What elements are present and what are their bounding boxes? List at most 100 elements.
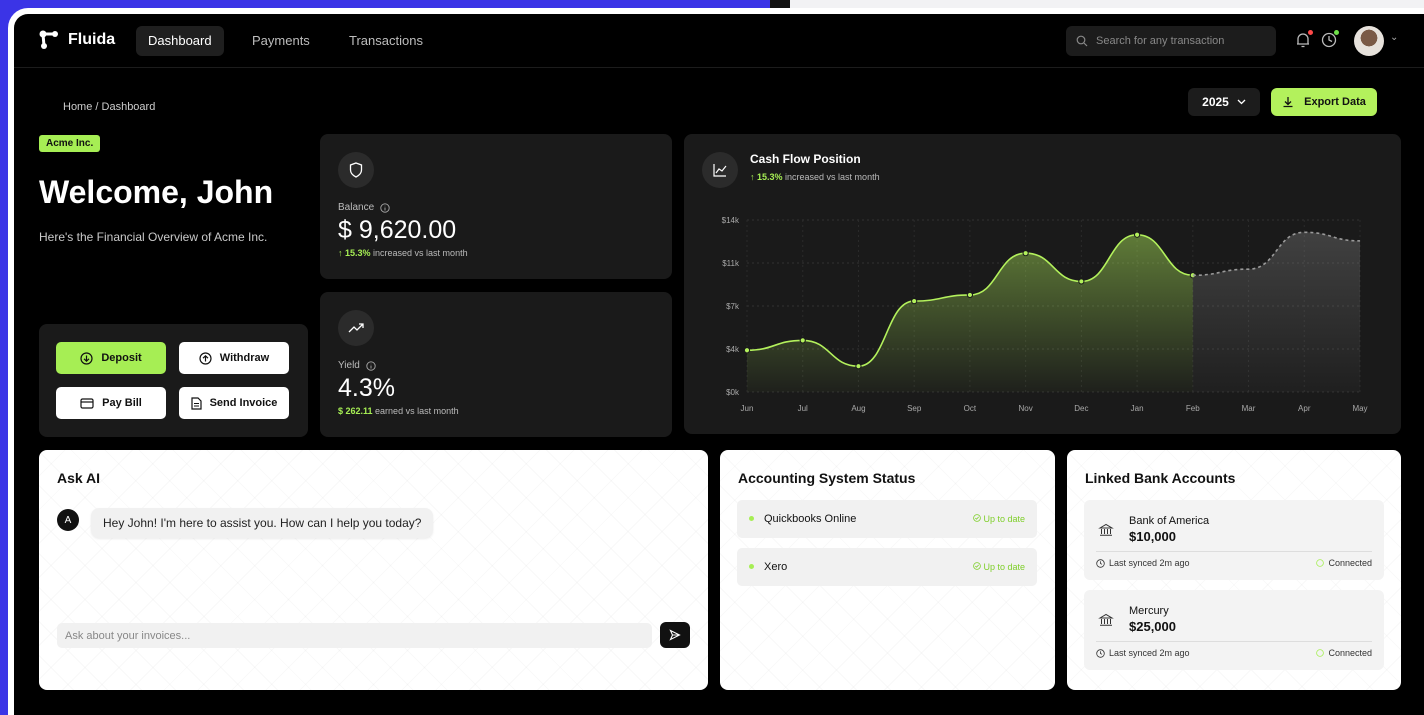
brand-logo[interactable]: Fluida	[38, 29, 115, 51]
x-tick-label: Jul	[798, 404, 808, 413]
list-item[interactable]: Quickbooks Online Up to date	[737, 500, 1037, 538]
yield-value: 4.3%	[338, 374, 395, 402]
send-button[interactable]	[660, 622, 690, 648]
x-tick-label: Jan	[1131, 404, 1144, 413]
shield-icon	[338, 152, 374, 188]
pay-bill-label: Pay Bill	[102, 397, 142, 409]
bank-icon	[1098, 613, 1114, 626]
x-tick-label: Apr	[1298, 404, 1311, 413]
balance-label: Balance	[338, 202, 375, 213]
withdraw-button[interactable]: Withdraw	[179, 342, 289, 374]
document-icon	[190, 396, 202, 410]
check-circle-icon	[973, 514, 981, 522]
export-data-button[interactable]: Export Data	[1271, 88, 1377, 116]
yield-card: Yield 4.3% $ 262.11 earned vs last month	[320, 292, 672, 437]
bank-name: Mercury	[1129, 605, 1169, 617]
download-icon	[1283, 97, 1293, 108]
top-nav: Fluida Dashboard Payments Transactions ⌄	[14, 14, 1424, 68]
system-name: Quickbooks Online	[764, 513, 857, 525]
accounting-title: Accounting System Status	[738, 470, 916, 486]
withdraw-label: Withdraw	[219, 352, 270, 364]
yield-delta: $ 262.11 earned vs last month	[338, 406, 459, 416]
balance-label-row: Balance	[338, 202, 390, 213]
linked-banks-card: Linked Bank Accounts Bank of America $10…	[1067, 450, 1401, 690]
year-select[interactable]: 2025	[1188, 88, 1260, 116]
status-dot	[749, 516, 754, 521]
y-tick-label: $0k	[726, 388, 740, 397]
fluida-logo-icon	[39, 30, 58, 49]
notification-button[interactable]	[1294, 30, 1314, 51]
avatar[interactable]	[1354, 26, 1384, 56]
list-item[interactable]: Bank of America $10,000 Last synced 2m a…	[1084, 500, 1384, 580]
balance-delta-value: ↑ 15.3%	[338, 248, 371, 258]
bank-amount: $25,000	[1129, 619, 1176, 634]
x-tick-label: Aug	[851, 404, 865, 413]
export-label: Export Data	[1304, 96, 1366, 108]
series-area	[747, 234, 1193, 392]
balance-card: Balance $ 9,620.00 ↑ 15.3% increased vs …	[320, 134, 672, 279]
y-tick-label: $14k	[722, 216, 740, 225]
status-text: Up to date	[983, 562, 1025, 572]
info-icon[interactable]	[366, 360, 376, 371]
sync-text: Last synced 2m ago	[1109, 558, 1190, 568]
trending-up-icon	[338, 310, 374, 346]
y-tick-label: $11k	[722, 259, 740, 268]
company-badge: Acme Inc.	[39, 135, 101, 152]
status-badge: Connected	[1316, 648, 1372, 658]
deposit-label: Deposit	[101, 352, 142, 364]
data-point	[799, 337, 806, 344]
send-invoice-label: Send Invoice	[209, 397, 278, 409]
list-item[interactable]: Xero Up to date	[737, 548, 1037, 586]
search-input[interactable]	[1096, 35, 1266, 47]
yield-label-row: Yield	[338, 360, 376, 371]
tab-dashboard[interactable]: Dashboard	[136, 26, 224, 56]
send-icon	[669, 629, 681, 641]
chevron-down-icon[interactable]: ⌄	[1390, 32, 1398, 43]
bank-icon	[1098, 523, 1114, 536]
sync-info: Last synced 2m ago	[1096, 558, 1190, 568]
ai-question-input[interactable]	[57, 623, 652, 648]
status-text: Connected	[1328, 558, 1372, 568]
ai-message: Hey John! I'm here to assist you. How ca…	[91, 508, 434, 538]
bank-amount: $10,000	[1129, 529, 1176, 544]
list-item[interactable]: Mercury $25,000 Last synced 2m ago Conne…	[1084, 590, 1384, 670]
search-icon	[1076, 35, 1088, 47]
info-icon[interactable]	[380, 202, 390, 213]
send-invoice-button[interactable]: Send Invoice	[179, 387, 289, 419]
status-text: Up to date	[983, 514, 1025, 524]
check-circle-icon	[1316, 649, 1325, 657]
tab-payments[interactable]: Payments	[240, 26, 322, 56]
clock-icon	[1096, 648, 1105, 658]
x-tick-label: Feb	[1186, 404, 1200, 413]
status-badge: Up to date	[973, 514, 1025, 524]
series-area	[1192, 232, 1360, 392]
x-tick-label: May	[1352, 404, 1367, 413]
data-point	[1133, 231, 1141, 238]
data-point	[855, 363, 862, 370]
x-tick-label: Oct	[964, 404, 977, 413]
activity-dot	[1334, 30, 1339, 35]
y-tick-label: $4k	[726, 345, 740, 354]
status-badge: Up to date	[973, 562, 1025, 572]
balance-value: $ 9,620.00	[338, 216, 457, 244]
data-point	[911, 297, 918, 305]
cash-flow-chart[interactable]: $0k $4k $7k $11k $14k Jun Jul Aug Sep Oct Nov Dec Ja…	[684, 134, 1401, 434]
chevron-down-icon	[1237, 99, 1246, 105]
data-point	[966, 291, 974, 299]
page-title: Welcome, John	[39, 174, 274, 210]
yield-label: Yield	[338, 360, 360, 371]
check-circle-icon	[1316, 559, 1325, 567]
x-tick-label: Dec	[1074, 404, 1088, 413]
activity-button[interactable]	[1320, 30, 1340, 51]
cash-flow-card: Cash Flow Position ↑ 15.3% increased vs …	[684, 134, 1401, 434]
pay-bill-button[interactable]: Pay Bill	[56, 387, 166, 419]
data-point	[1022, 250, 1029, 257]
search-bar[interactable]	[1066, 26, 1276, 56]
data-point	[743, 347, 751, 354]
x-tick-label: Mar	[1242, 404, 1256, 413]
tab-transactions[interactable]: Transactions	[337, 26, 435, 56]
ask-ai-card: Ask AI A Hey John! I'm here to assist yo…	[39, 450, 708, 690]
deposit-button[interactable]: Deposit	[56, 342, 166, 374]
arrow-up-circle-icon	[199, 351, 212, 365]
x-tick-label: Nov	[1019, 404, 1033, 413]
